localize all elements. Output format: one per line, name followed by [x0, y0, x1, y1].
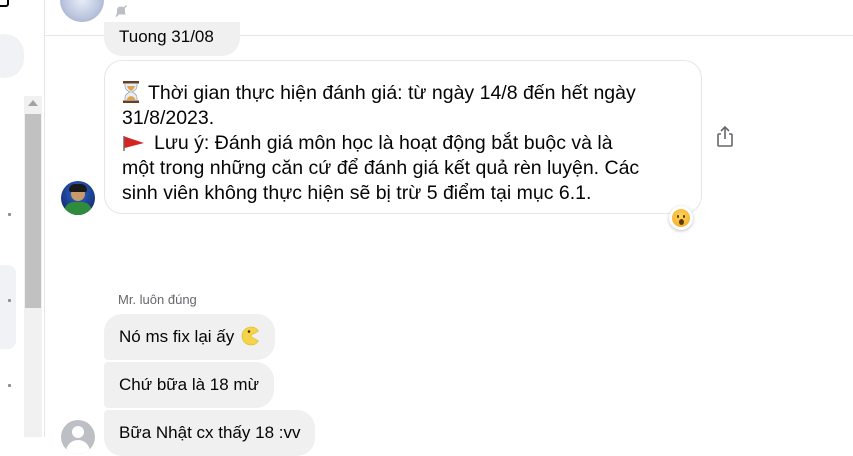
- hourglass-icon: [123, 81, 139, 103]
- rail-dot: [8, 213, 11, 216]
- rail-dot: [8, 384, 11, 387]
- message-bubble[interactable]: Chứ bữa là 18 mừ: [104, 362, 274, 408]
- flag-icon: [123, 136, 144, 151]
- sender-avatar[interactable]: [61, 181, 95, 215]
- group-avatar[interactable]: [60, 0, 104, 22]
- mute-icon: [115, 4, 128, 18]
- scroll-up-arrow-icon[interactable]: [28, 100, 38, 106]
- sender-name: Mr. luôn đúng: [118, 292, 197, 307]
- rail-panel[interactable]: [0, 265, 16, 349]
- announcement-message[interactable]: Thời gian thực hiện đánh giá: từ ngày 14…: [104, 60, 702, 214]
- message-bubble[interactable]: Nó ms fix lại ấy: [104, 314, 276, 360]
- sender-avatar-default[interactable]: [61, 420, 95, 454]
- message-line: Lưu ý: Đánh giá môn học là hoạt động bắt…: [122, 131, 613, 156]
- pacman-emoji-icon: [242, 326, 260, 346]
- compose-icon[interactable]: [0, 0, 10, 8]
- rail-dot: [8, 299, 11, 302]
- message-text: Chứ bữa là 18 mừ: [119, 375, 259, 394]
- message-text: Thời gian thực hiện đánh giá: từ ngày 14…: [148, 82, 636, 104]
- message-line: Thời gian thực hiện đánh giá: từ ngày 14…: [122, 81, 636, 106]
- message-bubble-partial[interactable]: Tuong 31/08: [104, 22, 240, 56]
- message-text: 31/8/2023.: [122, 107, 215, 129]
- message-text: Lưu ý: Đánh giá môn học là hoạt động bắt…: [154, 132, 613, 154]
- message-text: Bữa Nhật cx thấy 18 :vv: [119, 423, 301, 442]
- left-rail: [0, 0, 45, 437]
- scroll-thumb[interactable]: [25, 114, 41, 308]
- message-bubble[interactable]: Bữa Nhật cx thấy 18 :vv: [104, 410, 316, 456]
- message-text: Nó ms fix lại ấy: [119, 327, 235, 346]
- rail-nav-item[interactable]: [0, 34, 24, 78]
- wow-reaction-icon[interactable]: [669, 206, 693, 230]
- message-text: một trong những căn cứ để đánh giá kết q…: [122, 157, 640, 179]
- message-text: sinh viên không thực hiện sẽ bị trừ 5 đi…: [122, 182, 592, 204]
- scrollbar[interactable]: [24, 96, 42, 437]
- share-icon[interactable]: [712, 124, 738, 150]
- message-text: Tuong 31/08: [119, 27, 214, 46]
